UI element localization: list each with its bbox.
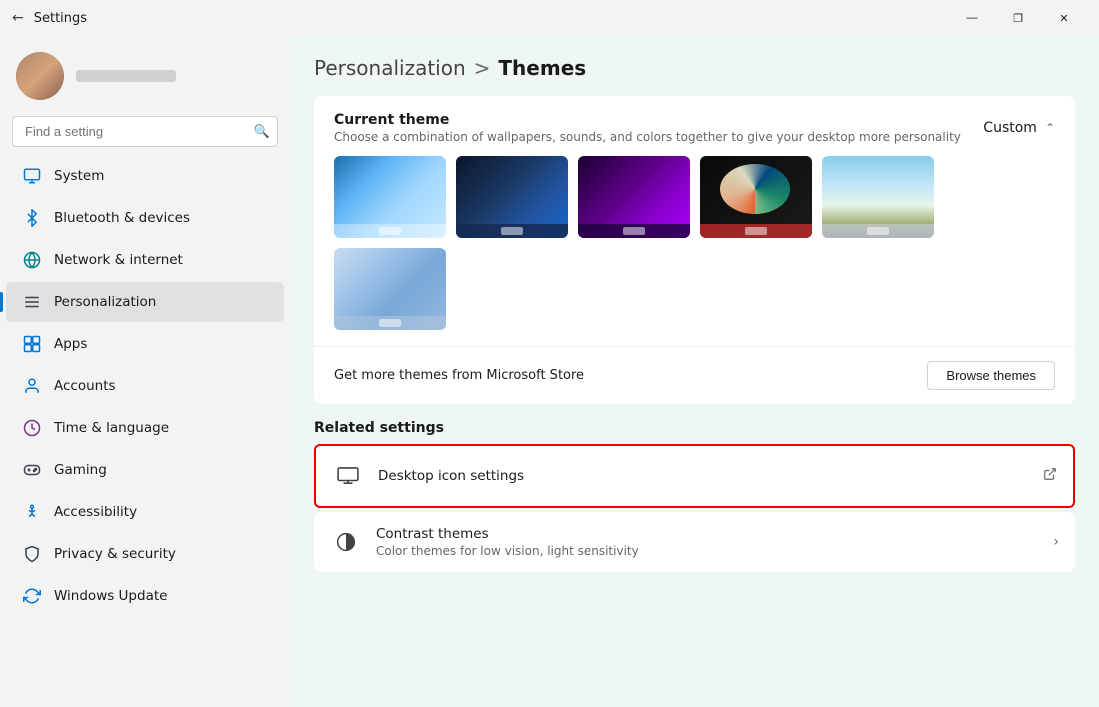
theme-thumbnail-2[interactable] — [456, 156, 568, 238]
breadcrumb: Personalization > Themes — [314, 56, 1075, 80]
sidebar-item-label: Personalization — [54, 294, 156, 310]
sidebar: 🔍 System Bluetooth & devices Network & i… — [0, 36, 290, 707]
privacy-icon — [22, 544, 42, 564]
accounts-icon — [22, 376, 42, 396]
sidebar-item-label: Apps — [54, 336, 87, 352]
update-icon — [22, 586, 42, 606]
breadcrumb-separator: > — [474, 56, 491, 80]
taskbar-pill-2 — [501, 227, 523, 235]
theme-thumbnail-5[interactable] — [822, 156, 934, 238]
minimize-button[interactable]: — — [949, 2, 995, 34]
desktop-icon-icon — [332, 460, 364, 492]
desktop-icon-settings-item[interactable]: Desktop icon settings — [314, 444, 1075, 508]
theme-thumbnail-3[interactable] — [578, 156, 690, 238]
network-icon — [22, 250, 42, 270]
related-settings-section: Related settings Desktop icon settings — [314, 420, 1075, 572]
sidebar-item-time[interactable]: Time & language — [6, 408, 284, 448]
sidebar-item-label: Windows Update — [54, 588, 167, 604]
taskbar-pill-4 — [745, 227, 767, 235]
current-theme-value[interactable]: Custom ⌃ — [983, 120, 1055, 136]
back-icon[interactable]: ← — [12, 10, 24, 26]
related-settings-title: Related settings — [314, 420, 1075, 436]
external-link-icon — [1043, 467, 1057, 485]
contrast-themes-title: Contrast themes — [376, 526, 1053, 542]
title-bar: ← Settings — ❐ ✕ — [0, 0, 1099, 36]
sidebar-profile — [0, 36, 290, 112]
ms-store-text: Get more themes from Microsoft Store — [334, 368, 584, 383]
theme-taskbar-3 — [578, 224, 690, 238]
chevron-up-icon: ⌃ — [1045, 121, 1055, 135]
sidebar-item-label: Gaming — [54, 462, 107, 478]
sidebar-item-network[interactable]: Network & internet — [6, 240, 284, 280]
title-bar-controls: — ❐ ✕ — [949, 2, 1087, 34]
taskbar-pill-6 — [379, 319, 401, 327]
close-button[interactable]: ✕ — [1041, 2, 1087, 34]
avatar-image — [16, 52, 64, 100]
sidebar-item-update[interactable]: Windows Update — [6, 576, 284, 616]
current-theme-description: Choose a combination of wallpapers, soun… — [334, 130, 961, 144]
app-body: 🔍 System Bluetooth & devices Network & i… — [0, 36, 1099, 707]
system-icon — [22, 166, 42, 186]
theme-taskbar-4 — [700, 224, 812, 238]
sidebar-item-label: Time & language — [54, 420, 169, 436]
gaming-icon — [22, 460, 42, 480]
maximize-button[interactable]: ❐ — [995, 2, 1041, 34]
sidebar-item-label: Accounts — [54, 378, 116, 394]
theme-thumbnail-6[interactable] — [334, 248, 446, 330]
themes-grid — [314, 156, 1075, 346]
desktop-icon-settings-title: Desktop icon settings — [378, 468, 1043, 484]
contrast-themes-content: Contrast themes Color themes for low vis… — [376, 526, 1053, 558]
desktop-icon-settings-content: Desktop icon settings — [378, 468, 1043, 484]
theme-taskbar-6 — [334, 316, 446, 330]
current-theme-info: Current theme Choose a combination of wa… — [334, 112, 961, 144]
search-box: 🔍 — [12, 116, 278, 147]
search-input[interactable] — [12, 116, 278, 147]
theme-taskbar-1 — [334, 224, 446, 238]
sidebar-item-label: Network & internet — [54, 252, 183, 268]
title-bar-left: ← Settings — [12, 10, 87, 26]
sidebar-item-label: Bluetooth & devices — [54, 210, 190, 226]
browse-themes-button[interactable]: Browse themes — [927, 361, 1055, 390]
current-theme-label: Custom — [983, 120, 1037, 136]
time-icon — [22, 418, 42, 438]
profile-name — [76, 70, 176, 82]
breadcrumb-parent: Personalization — [314, 56, 466, 80]
current-theme-card: Current theme Choose a combination of wa… — [314, 96, 1075, 404]
sidebar-item-label: Accessibility — [54, 504, 137, 520]
sidebar-item-accessibility[interactable]: Accessibility — [6, 492, 284, 532]
sidebar-item-personalization[interactable]: Personalization — [6, 282, 284, 322]
contrast-themes-item[interactable]: Contrast themes Color themes for low vis… — [314, 512, 1075, 572]
sidebar-item-privacy[interactable]: Privacy & security — [6, 534, 284, 574]
sidebar-item-gaming[interactable]: Gaming — [6, 450, 284, 490]
taskbar-pill-1 — [379, 227, 401, 235]
current-theme-title: Current theme — [334, 112, 961, 128]
theme-thumbnail-4[interactable] — [700, 156, 812, 238]
sidebar-item-label: System — [54, 168, 104, 184]
sidebar-item-accounts[interactable]: Accounts — [6, 366, 284, 406]
theme-taskbar-5 — [822, 224, 934, 238]
taskbar-pill-3 — [623, 227, 645, 235]
contrast-themes-desc: Color themes for low vision, light sensi… — [376, 544, 1053, 558]
window-title: Settings — [34, 11, 87, 26]
avatar — [16, 52, 64, 100]
accessibility-icon — [22, 502, 42, 522]
sidebar-item-apps[interactable]: Apps — [6, 324, 284, 364]
theme-thumbnail-1[interactable] — [334, 156, 446, 238]
ms-store-row: Get more themes from Microsoft Store Bro… — [314, 346, 1075, 404]
sidebar-item-label: Privacy & security — [54, 546, 176, 562]
current-theme-header: Current theme Choose a combination of wa… — [314, 96, 1075, 156]
bluetooth-icon — [22, 208, 42, 228]
search-icon: 🔍 — [254, 124, 270, 139]
taskbar-pill-5 — [867, 227, 889, 235]
personalization-icon — [22, 292, 42, 312]
chevron-right-icon: › — [1053, 534, 1059, 550]
sidebar-item-system[interactable]: System — [6, 156, 284, 196]
sidebar-item-bluetooth[interactable]: Bluetooth & devices — [6, 198, 284, 238]
main-content: Personalization > Themes Current theme C… — [290, 36, 1099, 707]
theme-overlay-4 — [720, 164, 790, 214]
breadcrumb-current: Themes — [498, 56, 586, 80]
theme-taskbar-2 — [456, 224, 568, 238]
apps-icon — [22, 334, 42, 354]
contrast-themes-icon — [330, 526, 362, 558]
